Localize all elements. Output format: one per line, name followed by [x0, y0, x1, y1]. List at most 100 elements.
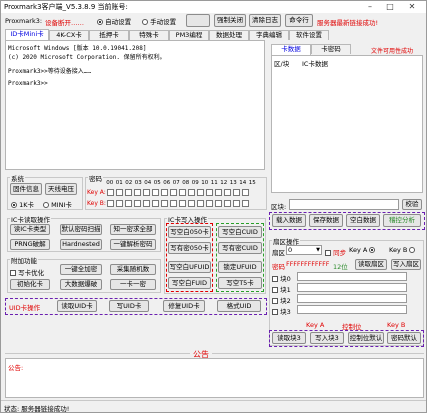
sector-number: 03: [134, 180, 142, 186]
log-panel[interactable]: Microsoft Windows [版本 10.0.19041.208] (c…: [5, 40, 265, 170]
maximize-icon[interactable]: □: [382, 1, 398, 12]
force-close-button[interactable]: 强制关闭: [214, 14, 246, 27]
analysis-button[interactable]: 稽控分析: [383, 214, 421, 227]
load-data-button[interactable]: 载入数据: [272, 214, 306, 227]
password-length: 12位: [333, 263, 348, 271]
sector-number: 06: [163, 180, 171, 186]
big-data-brute-button[interactable]: 大数据爆破: [60, 279, 102, 290]
block-3-label: 块3: [272, 306, 291, 316]
read-ic-type-button[interactable]: 读IC卡类型: [10, 224, 50, 235]
firmware-info-button[interactable]: 固件信息: [10, 183, 42, 195]
extra-functions-title: 附加功能: [10, 255, 38, 265]
command-line-button[interactable]: 命令行: [285, 14, 313, 27]
read-sector-button[interactable]: 读取扇区: [355, 259, 387, 270]
tab-software-settings[interactable]: 软件设置: [289, 30, 329, 40]
block-2-label: 块2: [272, 295, 291, 305]
write-block3-button[interactable]: 写入块3: [310, 332, 344, 344]
log-line: (c) 2020 Microsoft Corporation. 保留所有权利。: [8, 54, 166, 61]
system-title: 系统: [10, 173, 25, 183]
sector-number: 09: [191, 180, 199, 186]
write-uid-button[interactable]: 写UID卡: [109, 300, 149, 312]
block-1-label: 块1: [272, 284, 291, 294]
password-sector-header: 00 01 02 03 04 05 06 07 08 09 10 11 12 1…: [105, 180, 257, 186]
write-optimize-checkbox[interactable]: 写卡优化: [10, 267, 44, 277]
file-status: 文件可用性成功: [371, 48, 414, 55]
tab-4k-cx[interactable]: 4K-CX卡: [49, 30, 89, 40]
sector-number: 00: [106, 180, 114, 186]
status-bar: 状态: 服务器链接成功!: [1, 400, 426, 413]
check-button[interactable]: 校验: [402, 199, 422, 210]
block-3-input[interactable]: [297, 305, 407, 314]
chevron-down-icon: ▼: [316, 247, 320, 253]
notice-divider: [5, 353, 424, 354]
write-blank-cuid-button[interactable]: 写空白CUID: [218, 226, 262, 238]
manual-setting-radio[interactable]: 手动设置: [142, 16, 176, 26]
known-key-solve-all-button[interactable]: 知一密求全部: [110, 224, 156, 235]
tab-mortgage[interactable]: 抵押卡: [89, 30, 129, 40]
key-a-radio[interactable]: Key A: [349, 246, 376, 254]
log-line: Proxmark3>>等待设备接入……: [8, 68, 91, 75]
block-1-input[interactable]: [297, 283, 407, 292]
window-title: Proxmark3客户端_V5.3.8.9 当前账号:: [4, 3, 128, 11]
key-b-radio[interactable]: Key B: [389, 246, 416, 254]
lock-ufuid-button[interactable]: 锁定UFUID: [218, 261, 262, 273]
write-sector-button[interactable]: 写入扇区: [391, 259, 421, 270]
write-keyed-cuid-button[interactable]: 写有密CUID: [218, 242, 262, 254]
status-text: 状态: 服务器链接成功!: [4, 405, 70, 413]
save-data-button[interactable]: 保存数据: [309, 214, 343, 227]
radio-1k[interactable]: 1K卡: [11, 199, 34, 209]
block-2-input[interactable]: [297, 294, 407, 303]
blank-data-button[interactable]: 空白数据: [346, 214, 380, 227]
title-bar: Proxmark3客户端_V5.3.8.9 当前账号: – □ ✕: [1, 1, 426, 13]
write-blank-ufuid-button[interactable]: 写空白UFUID: [168, 261, 211, 273]
card-data-list[interactable]: 区/块 IC卡数据: [271, 55, 423, 193]
antenna-voltage-button[interactable]: 天线电压: [45, 183, 77, 195]
write-t5-button[interactable]: 写空T5卡: [218, 277, 262, 289]
tab-data-process[interactable]: 数据处理: [209, 30, 249, 40]
auto-setting-radio[interactable]: 自动设置: [97, 16, 131, 26]
read-block3-button[interactable]: 读取块3: [272, 332, 306, 344]
notice-panel: 公告:: [5, 358, 424, 398]
key-a-label: Key A:: [87, 189, 106, 196]
radio-mini[interactable]: MINI卡: [43, 199, 72, 209]
sync-checkbox[interactable]: 同步: [325, 247, 346, 257]
tab-card-password[interactable]: 卡密码: [311, 44, 351, 54]
uid-ops-label: UID卡操作: [9, 304, 41, 312]
tab-pm3-program[interactable]: PM3编程: [169, 30, 209, 40]
app-window: Proxmark3客户端_V5.3.8.9 当前账号: – □ ✕ Proxma…: [0, 0, 427, 413]
minimize-icon[interactable]: –: [362, 1, 378, 12]
tab-card-data[interactable]: 卡数据: [271, 44, 311, 55]
sector-label: 扇区: [272, 249, 285, 257]
tab-special[interactable]: 特殊卡: [129, 30, 169, 40]
default-password-scan-button[interactable]: 默认密码扫描: [60, 224, 102, 235]
sector-select[interactable]: 0 ▼: [286, 245, 322, 255]
default-control-bits-button[interactable]: 控制位默认: [348, 332, 384, 344]
write-blank-050-button[interactable]: 写空白050卡: [168, 226, 211, 238]
tab-id-mini[interactable]: ID卡Mini卡: [5, 29, 49, 40]
clear-log-button[interactable]: 清除日志: [249, 14, 281, 27]
init-card-button[interactable]: 初始化卡: [10, 279, 50, 290]
block-0-input[interactable]: [297, 272, 407, 281]
default-password-button[interactable]: 密码默认: [387, 332, 421, 344]
key-a-checkboxes[interactable]: [107, 189, 249, 196]
password-value[interactable]: FFFFFFFFFFFF: [286, 261, 329, 268]
log-line: Microsoft Windows [版本 10.0.19041.208]: [8, 45, 147, 52]
hardnested-button[interactable]: Hardnested: [60, 239, 102, 250]
encrypt-all-button[interactable]: 一键全加密: [60, 264, 102, 275]
server-message: 服务器最新链接成功!: [317, 19, 379, 27]
collect-nonce-button[interactable]: 采集随机数: [110, 264, 156, 275]
key-b-checkboxes[interactable]: [107, 200, 249, 207]
close-icon[interactable]: ✕: [404, 1, 420, 12]
format-uid-button[interactable]: 格式UID: [217, 300, 261, 312]
port-select[interactable]: [186, 14, 210, 27]
one-card-one-key-button[interactable]: 一卡一密: [110, 279, 156, 290]
one-click-parse-button[interactable]: 一键解析密码: [110, 239, 156, 250]
block-input[interactable]: [289, 199, 399, 210]
write-blank-fuid-button[interactable]: 写空白FUID: [168, 277, 211, 289]
prng-crack-button[interactable]: PRNG破解: [10, 239, 50, 250]
sector-number: 12: [220, 180, 228, 186]
tab-dict-edit[interactable]: 字典编辑: [249, 30, 289, 40]
write-keyed-050-button[interactable]: 写有密050卡: [168, 242, 211, 254]
repair-uid-button[interactable]: 修复UID卡: [163, 300, 205, 312]
read-uid-button[interactable]: 读取UID卡: [57, 300, 97, 312]
